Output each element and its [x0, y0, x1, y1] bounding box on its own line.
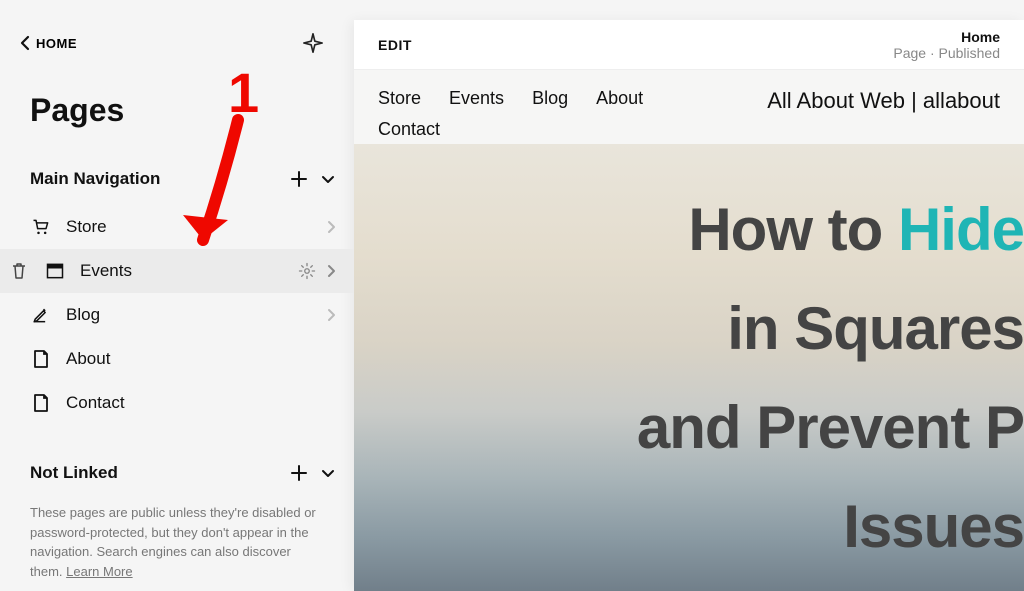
page-icon: [30, 349, 52, 369]
main-nav-section-header: Main Navigation: [0, 159, 354, 199]
nav-item-store[interactable]: Store: [0, 205, 354, 249]
nav-item-contact[interactable]: Contact: [0, 381, 354, 425]
not-linked-title: Not Linked: [30, 463, 118, 483]
chevron-right-icon: [326, 308, 336, 322]
not-linked-actions: [290, 464, 336, 482]
collapse-toggle[interactable]: [320, 465, 336, 481]
site-nav-bar: Store Events Blog About Contact All Abou…: [354, 70, 1024, 144]
site-nav-link[interactable]: Store: [378, 88, 421, 109]
page-status: Home Page · Published: [893, 29, 1000, 61]
not-linked-section-header: Not Linked: [0, 453, 354, 493]
add-page-button[interactable]: [290, 170, 308, 188]
nav-item-events[interactable]: Events: [0, 249, 354, 293]
hero-section: How to Hide in Squares and Prevent P Iss…: [354, 144, 1024, 591]
chevron-left-icon: [20, 35, 30, 51]
site-title: All About Web | allabout: [767, 88, 1000, 114]
nav-item-label: Store: [66, 217, 312, 237]
edit-button[interactable]: EDIT: [378, 37, 412, 53]
sidebar-header: HOME: [0, 0, 354, 74]
preview-panel: EDIT Home Page · Published Store Events …: [354, 20, 1024, 591]
site-nav-link[interactable]: About: [596, 88, 643, 109]
nav-item-label: Events: [80, 261, 284, 281]
chevron-right-icon: [326, 220, 336, 234]
chevron-right-icon: [326, 264, 336, 278]
site-nav-links: Store Events Blog About Contact: [378, 88, 718, 140]
hero-text-accent: Hide: [898, 196, 1024, 263]
hero-line-2: in Squares: [727, 294, 1024, 363]
add-page-button[interactable]: [290, 464, 308, 482]
calendar-icon: [44, 261, 66, 281]
page-name: Home: [893, 29, 1000, 45]
site-nav-link[interactable]: Blog: [532, 88, 568, 109]
hero-line-3: and Prevent P: [637, 393, 1024, 462]
back-home-label: HOME: [36, 36, 77, 51]
pen-icon: [30, 305, 52, 325]
nav-item-label: Contact: [66, 393, 336, 413]
preview-top-bar: EDIT Home Page · Published: [354, 20, 1024, 70]
back-home-button[interactable]: HOME: [20, 35, 77, 51]
site-nav-link[interactable]: Events: [449, 88, 504, 109]
nav-item-about[interactable]: About: [0, 337, 354, 381]
collapse-toggle[interactable]: [320, 171, 336, 187]
nav-item-label: About: [66, 349, 336, 369]
hero-line-1: How to Hide: [688, 195, 1024, 264]
pages-title: Pages: [0, 74, 354, 159]
page-meta: Page · Published: [893, 45, 1000, 61]
not-linked-description: These pages are public unless they're di…: [0, 493, 354, 581]
main-nav-title: Main Navigation: [30, 169, 160, 189]
gear-icon[interactable]: [298, 262, 316, 280]
sparkle-button[interactable]: [302, 32, 324, 54]
main-nav-list: Store Events: [0, 199, 354, 431]
nav-item-label: Blog: [66, 305, 312, 325]
nav-item-blog[interactable]: Blog: [0, 293, 354, 337]
learn-more-link[interactable]: Learn More: [66, 564, 132, 579]
trash-icon[interactable]: [8, 262, 30, 280]
hero-line-4: Issues: [843, 492, 1024, 561]
hero-text: How to: [688, 196, 898, 263]
cart-icon: [30, 217, 52, 237]
site-nav-link[interactable]: Contact: [378, 119, 440, 140]
page-icon: [30, 393, 52, 413]
main-nav-actions: [290, 170, 336, 188]
sidebar: HOME Pages Main Navigation Store: [0, 0, 354, 591]
